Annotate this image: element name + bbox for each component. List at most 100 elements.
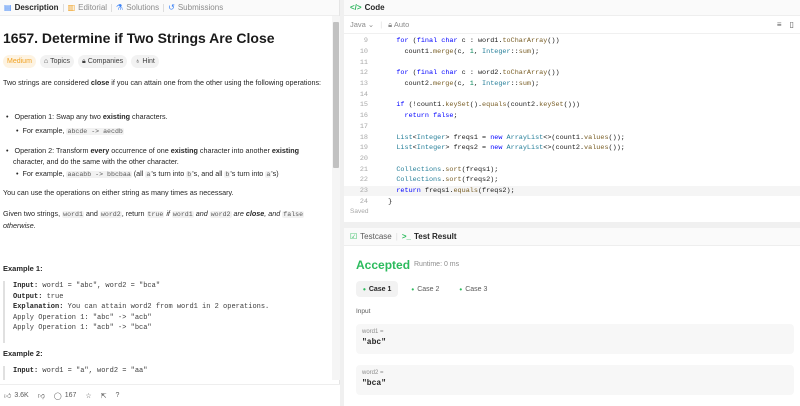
code-line[interactable]: 11 bbox=[344, 57, 800, 68]
operation-2-example: For example, aacabb -> bbcbaa (all a's t… bbox=[23, 169, 327, 181]
line-number: 19 bbox=[359, 144, 368, 153]
terminal-icon: >_ bbox=[401, 232, 411, 241]
case-1-tab[interactable]: • Case 1 bbox=[356, 281, 399, 297]
problem-title: 1657. Determine if Two Strings Are Close bbox=[3, 30, 275, 46]
like-button[interactable]: 👍︎ 3.6K bbox=[4, 391, 29, 400]
example-2-heading: Example 2: bbox=[3, 349, 43, 358]
test-panel: ☑ Testcase | >_ Test Result Accepted Run… bbox=[344, 228, 800, 406]
tab-testcase[interactable]: ☑ Testcase bbox=[350, 232, 392, 241]
line-number: 17 bbox=[359, 122, 368, 131]
tab-test-result[interactable]: >_ Test Result bbox=[402, 232, 457, 241]
share-button[interactable]: ⇱ bbox=[101, 392, 107, 400]
line-number: 23 bbox=[359, 186, 368, 195]
code-editor[interactable]: 9 for (final char c : word1.toCharArray(… bbox=[344, 36, 800, 206]
document-icon: ▤ bbox=[4, 3, 12, 12]
line-number: 21 bbox=[359, 165, 368, 174]
code-line[interactable]: 18 List<Integer> freqs1 = new ArrayList<… bbox=[344, 132, 800, 143]
code-text: List<Integer> freqs2 = new ArrayList<>(c… bbox=[396, 144, 625, 153]
example-1-block: Input: word1 = "abc", word2 = "bca" Outp… bbox=[3, 281, 330, 343]
code-line[interactable]: 10 count1.merge(c, 1, Integer::sum); bbox=[344, 47, 800, 58]
example-1-heading: Example 1: bbox=[3, 264, 43, 273]
line-number: 10 bbox=[359, 48, 368, 57]
code-line[interactable]: 17 bbox=[344, 122, 800, 133]
input-label: Input bbox=[356, 308, 371, 315]
topics-chip[interactable]: ⌂ Topics bbox=[39, 55, 74, 68]
code-text: } bbox=[380, 197, 393, 206]
code-line[interactable]: 20 bbox=[344, 154, 800, 165]
example-2-block: Input: word1 = "a", word2 = "aa" bbox=[3, 366, 330, 380]
lock-icon: 🔒︎ bbox=[81, 57, 86, 65]
difficulty-badge: Medium bbox=[3, 55, 36, 68]
line-number: 14 bbox=[359, 90, 368, 99]
dislike-button[interactable]: 👎︎ bbox=[38, 391, 45, 400]
intro-paragraph: Two strings are considered close if you … bbox=[3, 78, 322, 87]
thumbs-up-icon: 👍︎ bbox=[4, 393, 12, 400]
companies-chip[interactable]: 🔒︎ Companies bbox=[77, 55, 128, 68]
code-panel-header: </> Code bbox=[344, 0, 800, 16]
code-line[interactable]: 16 return false; bbox=[344, 111, 800, 122]
line-number: 9 bbox=[363, 37, 368, 46]
operation-1-example: For example, abcde -> aecdb bbox=[23, 126, 327, 138]
language-select[interactable]: Java ⌄ bbox=[350, 20, 374, 29]
comments-button[interactable]: ◯ 167 bbox=[54, 392, 77, 400]
tab-submissions[interactable]: ↺ Submissions bbox=[164, 3, 227, 12]
scrollbar-thumb[interactable] bbox=[333, 22, 339, 168]
history-icon: ↺ bbox=[168, 3, 175, 12]
result-status: Accepted bbox=[356, 258, 411, 272]
hint-chip[interactable]: ♁ Hint bbox=[131, 55, 159, 68]
code-text: return false; bbox=[404, 112, 458, 121]
flask-icon: ⚗ bbox=[116, 3, 124, 12]
test-panel-tabs: ☑ Testcase | >_ Test Result bbox=[344, 228, 800, 246]
code-line[interactable]: 14 bbox=[344, 89, 800, 100]
code-text: List<Integer> freqs1 = new ArrayList<>(c… bbox=[396, 133, 625, 142]
runtime-label: Runtime: 0 ms bbox=[414, 261, 460, 268]
left-tabs: ▤ Description ▥ Editorial ⚗ Solutions ↺ … bbox=[0, 0, 339, 16]
code-line[interactable]: 22 Collections.sort(freqs2); bbox=[344, 175, 800, 186]
format-icon[interactable]: ≡ bbox=[777, 20, 782, 29]
line-number: 16 bbox=[359, 112, 368, 121]
case-2-tab[interactable]: • Case 2 bbox=[404, 281, 446, 297]
help-button[interactable]: ? bbox=[116, 392, 120, 399]
code-line[interactable]: 21 Collections.sort(freqs1); bbox=[344, 164, 800, 175]
code-line[interactable]: 13 count2.merge(c, 1, Integer::sum); bbox=[344, 79, 800, 90]
saved-status: Saved bbox=[350, 208, 369, 215]
code-toolbar: Java ⌄ | 🔒︎ Auto ≡ ▯ bbox=[344, 16, 800, 34]
case-3-tab[interactable]: • Case 3 bbox=[452, 281, 494, 297]
code-line[interactable]: 12 for (final char c : word2.toCharArray… bbox=[344, 68, 800, 79]
code-line[interactable]: 23 return freqs1.equals(freqs2); bbox=[344, 185, 800, 197]
description-scrollbar[interactable] bbox=[332, 16, 340, 380]
tab-editorial[interactable]: ▥ Editorial bbox=[64, 3, 111, 12]
code-line[interactable]: 24 } bbox=[344, 196, 800, 207]
tag-icon: ⌂ bbox=[43, 58, 49, 65]
star-icon: ☆ bbox=[85, 392, 92, 400]
favorite-button[interactable]: ☆ bbox=[85, 392, 91, 400]
description-footer: 👍︎ 3.6K 👎︎ ◯ 167 ☆ ⇱ ? bbox=[0, 384, 340, 406]
operations-note: You can use the operations on either str… bbox=[3, 188, 234, 197]
tab-solutions[interactable]: ⚗ Solutions bbox=[112, 3, 163, 12]
reset-icon[interactable]: ▯ bbox=[790, 20, 794, 29]
code-line[interactable]: 15 if (!count1.keySet().equals(count2.ke… bbox=[344, 100, 800, 111]
question-icon: ? bbox=[115, 392, 120, 399]
description-panel: ▤ Description ▥ Editorial ⚗ Solutions ↺ … bbox=[0, 0, 340, 406]
line-number: 12 bbox=[359, 69, 368, 78]
code-line[interactable]: 9 for (final char c : word1.toCharArray(… bbox=[344, 36, 800, 47]
code-text: return freqs1.equals(freqs2); bbox=[396, 186, 515, 195]
problem-chips: Medium ⌂ Topics 🔒︎ Companies ♁ Hint bbox=[3, 55, 159, 68]
operation-2: Operation 2: Transform every occurrence … bbox=[13, 146, 327, 181]
line-number: 18 bbox=[359, 133, 368, 142]
input-var-word2: word2 = "bca" bbox=[356, 365, 794, 395]
auto-mode-indicator[interactable]: 🔒︎ Auto bbox=[388, 20, 409, 30]
comment-icon: ◯ bbox=[53, 392, 62, 400]
code-text: count2.merge(c, 1, Integer::sum); bbox=[380, 80, 540, 89]
case-tabs: • Case 1 • Case 2 • Case 3 bbox=[356, 281, 494, 297]
tab-description[interactable]: ▤ Description bbox=[0, 3, 63, 12]
line-number: 24 bbox=[359, 197, 368, 206]
code-line[interactable]: 19 List<Integer> freqs2 = new ArrayList<… bbox=[344, 143, 800, 154]
checkbox-icon: ☑ bbox=[350, 232, 358, 241]
code-text: for (final char c : word2.toCharArray()) bbox=[396, 69, 560, 78]
code-icon: </> bbox=[350, 3, 362, 12]
code-panel: </> Code Java ⌄ | 🔒︎ Auto ≡ ▯ 9 for (fin… bbox=[344, 0, 800, 222]
share-icon: ⇱ bbox=[100, 392, 107, 400]
input-var-word1: word1 = "abc" bbox=[356, 324, 794, 354]
task-paragraph: Given two strings, word1 and word2, retu… bbox=[3, 209, 305, 230]
